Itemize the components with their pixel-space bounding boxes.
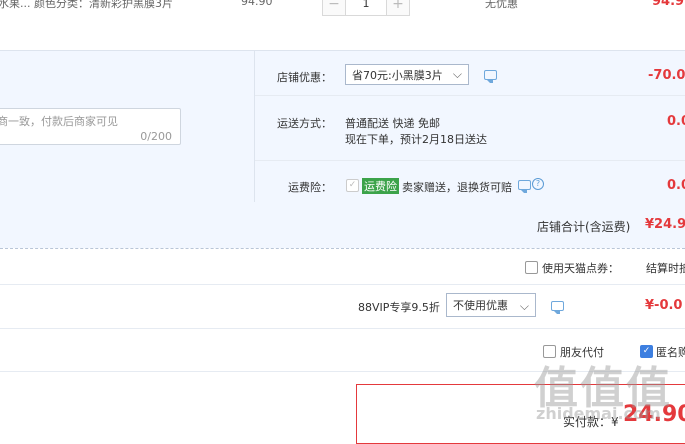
quantity-plus-button[interactable]: + xyxy=(386,0,410,16)
help-icon[interactable]: ? xyxy=(532,178,544,190)
shop-discount-selected: 省70元:小黑膜3片 xyxy=(352,69,443,82)
item-subtotal: 94.9 xyxy=(652,0,685,9)
product-row: 水果... 颜色分类：清新彩护黑膜3片 94.90 − 1 + 无优惠 94.9 xyxy=(0,0,685,50)
shipping-eta: 现在下单，预计2月18日送达 xyxy=(345,133,487,146)
tmall-points-checkbox[interactable] xyxy=(525,261,538,274)
quantity-minus-button[interactable]: − xyxy=(322,0,346,16)
shipping-label: 运送方式： xyxy=(277,117,332,130)
quantity-input[interactable]: 1 xyxy=(346,0,386,16)
vip-selected: 不使用优惠 xyxy=(453,299,508,312)
message-counter: 0/200 xyxy=(140,130,172,143)
insurance-checkbox: ✓ xyxy=(346,179,359,192)
product-description: 水果... 颜色分类：清新彩护黑膜3片 xyxy=(0,0,173,10)
unit-price: 94.90 xyxy=(241,0,273,8)
insurance-tag: 运费险 xyxy=(362,178,399,194)
vip-amount: ¥-0.0 xyxy=(645,298,683,313)
vip-discount-select[interactable]: 不使用优惠 ⌵ xyxy=(446,293,536,317)
watermark-text: zhidemai.com xyxy=(536,404,661,423)
shop-total-amount: ¥24.9 xyxy=(645,217,685,232)
insurance-label: 运费险： xyxy=(288,181,332,194)
quantity-stepper[interactable]: − 1 + xyxy=(322,0,410,16)
shop-total-label: 店铺合计(含运费) xyxy=(537,220,631,234)
shop-discount-select[interactable]: 省70元:小黑膜3片 ⌵ xyxy=(345,64,469,85)
message-placeholder: 商一致，付款后商家可见 xyxy=(0,115,118,128)
tmall-points-label: 使用天猫点券： xyxy=(542,262,619,275)
discount-text: 无优惠 xyxy=(485,0,518,10)
insurance-amount: 0.0 xyxy=(667,178,685,193)
shipping-method: 普通配送 快递 免邮 xyxy=(345,117,440,130)
tmall-points-right-text: 结算时抵 xyxy=(646,262,685,275)
message-icon[interactable] xyxy=(484,70,497,83)
shop-discount-label: 店铺优惠： xyxy=(277,71,332,84)
chevron-down-icon: ⌵ xyxy=(452,67,462,81)
buyer-message-input[interactable]: 商一致，付款后商家可见 0/200 xyxy=(0,108,181,145)
insurance-text: 卖家赠送，退换货可赔 xyxy=(402,181,512,194)
chevron-down-icon: ⌵ xyxy=(519,299,529,313)
message-icon[interactable] xyxy=(518,180,531,193)
shop-discount-amount: -70.0 xyxy=(648,68,685,83)
message-icon[interactable] xyxy=(551,301,564,314)
vip-label: 88VIP专享9.5折 xyxy=(358,301,440,314)
shipping-amount: 0.0 xyxy=(667,114,685,129)
